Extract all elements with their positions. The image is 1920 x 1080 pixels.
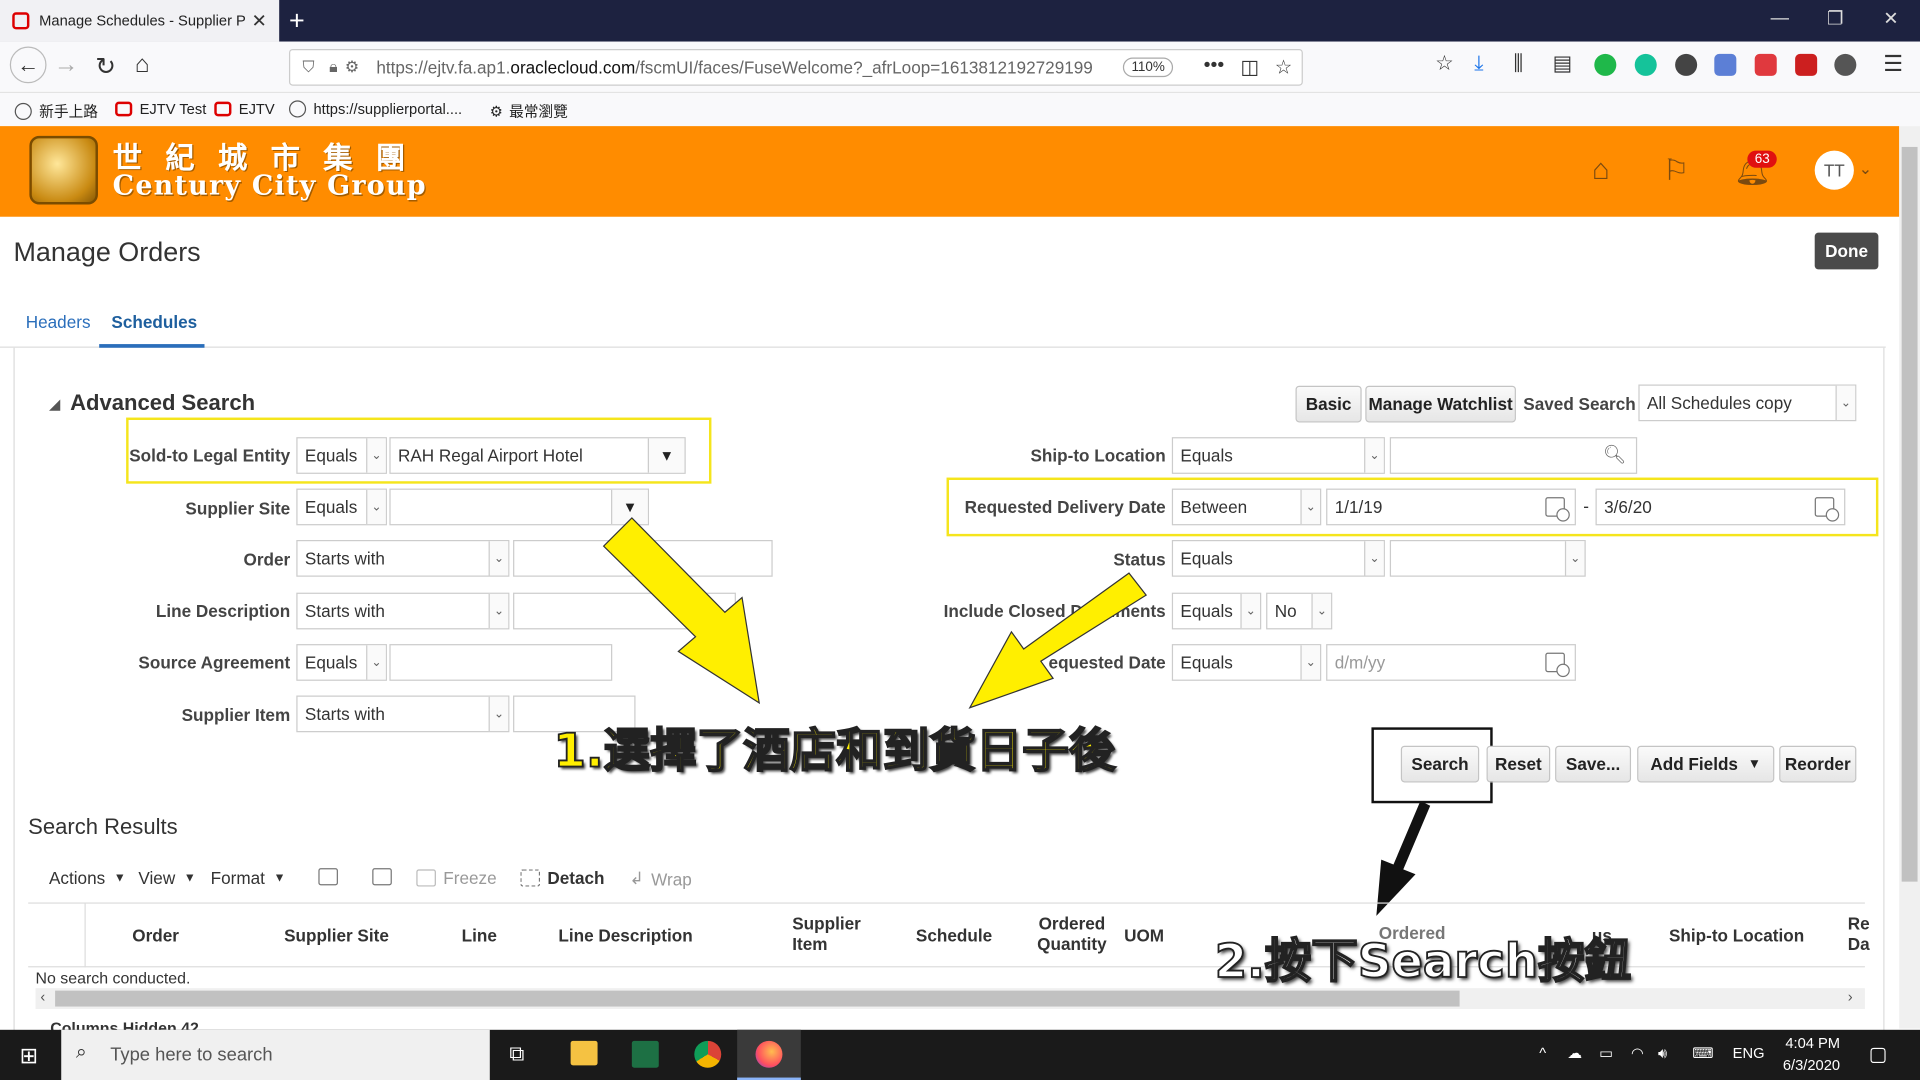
firefox-icon [755,1040,783,1068]
tray-chevron-up-icon[interactable]: ^ [1539,1044,1546,1061]
windows-taskbar: ⊞ ⌕ Type here to search ⧉ ^ ☁ ▭ ◠ 🔊︎ ⌨ E… [0,1029,1920,1080]
detach-button[interactable]: Detach [520,868,605,888]
keyboard-icon[interactable]: ⌨ [1692,1044,1713,1061]
language-indicator[interactable]: ENG [1733,1044,1765,1061]
search-icon: ⌕ [75,1042,87,1063]
save-button[interactable]: Save... [1555,745,1632,783]
col-supplier-item[interactable]: Supplier Item [792,913,861,955]
col-ship-to-location[interactable]: Ship-to Location [1669,926,1804,946]
annotation-step2: 2.按下Search按鈕 [1214,933,1632,989]
freeze-icon [416,869,436,887]
volume-icon[interactable]: 🔊︎ [1658,1044,1667,1062]
col-schedule[interactable]: Schedule [916,926,992,946]
empty-results-text: No search conducted. [35,968,191,987]
taskbar-search-input[interactable]: ⌕ Type here to search [61,1029,490,1080]
col-uom[interactable]: UOM [1124,926,1164,946]
wifi-icon[interactable]: ◠ [1631,1044,1644,1061]
reset-button[interactable]: Reset [1486,745,1551,783]
wrap-icon: ↲ [629,868,644,888]
query-by-example-icon[interactable] [318,868,345,886]
dropdown-triangle-icon: ▼ [183,871,196,885]
reorder-button[interactable]: Reorder [1779,745,1857,783]
windows-start-icon[interactable]: ⊞ [20,1043,38,1069]
table-scrollbar-thumb[interactable] [55,990,1460,1007]
view-menu[interactable]: View ▼ [138,868,196,888]
annotation-step1: 1.選擇了酒店和到貨日子後 [553,723,1117,779]
dropdown-triangle-icon: ▼ [113,871,126,885]
dropdown-triangle-icon: ▼ [273,871,286,885]
dropdown-triangle-icon: ▼ [1747,756,1762,772]
table-column-separator [84,902,86,968]
col-line[interactable]: Line [462,926,497,946]
scroll-left-icon[interactable]: ‹ [40,988,45,1005]
freeze-button[interactable]: Freeze [416,868,497,888]
col-supplier-site[interactable]: Supplier Site [284,926,389,946]
scroll-right-icon[interactable]: › [1848,988,1853,1005]
col-line-description[interactable]: Line Description [558,926,692,946]
file-explorer-icon[interactable] [570,1040,598,1066]
task-view-icon[interactable]: ⧉ [509,1042,524,1066]
search-results-title: Search Results [28,814,178,839]
clock-time[interactable]: 4:04 PM [1785,1035,1840,1052]
onedrive-icon[interactable]: ☁ [1567,1044,1582,1061]
col-requested-date-partial[interactable]: Re Da [1848,913,1870,955]
yellow-arrow-2 [968,572,1148,709]
wrap-button[interactable]: ↲ Wrap [629,868,691,889]
col-order[interactable]: Order [132,926,179,946]
clock-date[interactable]: 6/3/2020 [1783,1057,1840,1074]
col-ordered-quantity[interactable]: Ordered Quantity [1037,913,1107,955]
yellow-arrow-1 [602,517,761,705]
search-button[interactable]: Search [1400,745,1480,783]
battery-icon[interactable]: ▭ [1599,1044,1613,1061]
notification-center-icon[interactable]: ▢ [1869,1042,1888,1066]
actions-menu[interactable]: Actions ▼ [49,868,126,888]
detach-icon [520,869,541,887]
excel-icon[interactable] [631,1040,659,1068]
add-fields-button[interactable]: Add Fields ▼ [1637,745,1775,783]
chrome-icon[interactable] [694,1040,722,1068]
format-menu[interactable]: Format ▼ [211,868,286,888]
export-icon[interactable] [372,868,399,886]
black-arrow [1376,800,1431,916]
